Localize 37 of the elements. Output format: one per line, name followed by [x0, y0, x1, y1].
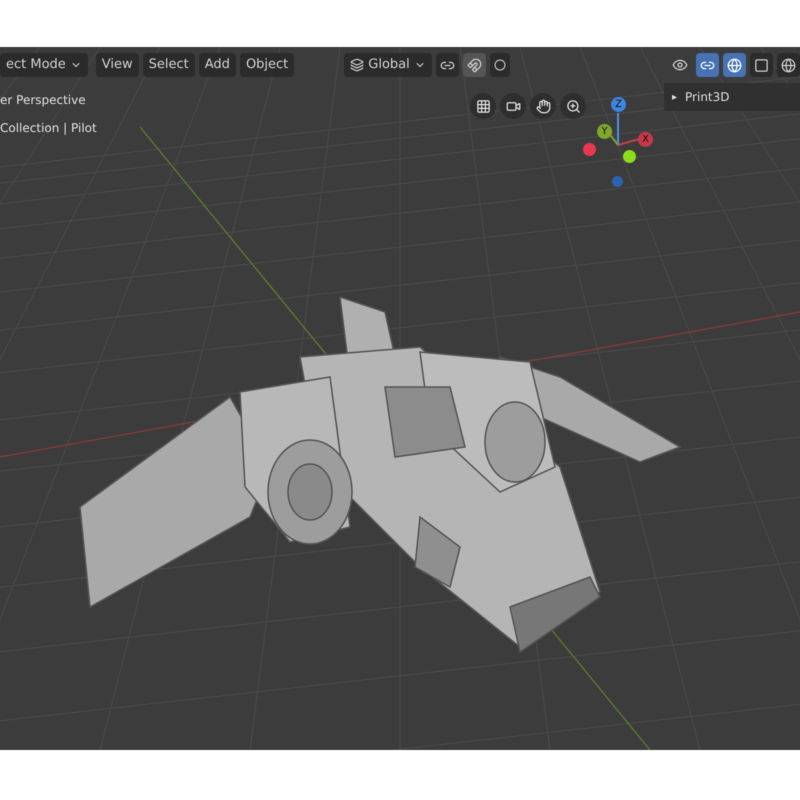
- viewport-info-text: Collection | Pilot: [0, 120, 97, 137]
- sidebar-panel-header[interactable]: ▸ Print3D: [664, 83, 800, 111]
- menu-button[interactable]: View: [96, 53, 139, 77]
- panel-title: Print3D: [685, 89, 730, 106]
- shading-button[interactable]: [777, 53, 800, 77]
- z-axis-handle[interactable]: Z: [611, 97, 626, 112]
- proportional-edit-button[interactable]: [490, 53, 510, 77]
- expand-arrow-label: ▸: [672, 90, 678, 104]
- zoom-icon: [566, 98, 580, 114]
- grid-icon: [476, 98, 490, 114]
- overlay-toggle-button[interactable]: [723, 53, 746, 77]
- camera-view-button[interactable]: [500, 93, 526, 119]
- pan-button[interactable]: [530, 93, 556, 119]
- viewport-info-text: er Perspective: [0, 92, 87, 109]
- negative-z-handle[interactable]: [612, 176, 623, 187]
- orientation-dropdown[interactable]: Global: [344, 53, 432, 77]
- dot-icon: [494, 59, 506, 71]
- perspective-toggle-button[interactable]: [470, 93, 496, 119]
- square-icon: [754, 58, 769, 72]
- magnet-icon: [466, 58, 482, 72]
- y-axis-handle[interactable]: Y: [597, 124, 612, 139]
- gizmo-toggle-button[interactable]: [696, 53, 719, 77]
- negative-x-handle[interactable]: [583, 143, 596, 156]
- sphere-icon: [727, 58, 742, 72]
- menu-button[interactable]: Object: [240, 53, 294, 77]
- wireframe-sphere-icon: [781, 58, 796, 72]
- zoom-button[interactable]: [560, 93, 586, 119]
- hand-icon: [536, 98, 550, 114]
- negative-y-handle[interactable]: [623, 150, 636, 163]
- pivot-button[interactable]: [436, 53, 459, 77]
- menu-button[interactable]: Add: [198, 53, 236, 77]
- x-axis-handle[interactable]: X: [638, 132, 653, 147]
- mode-menu[interactable]: ect Mode: [0, 53, 88, 77]
- eye-icon: [672, 57, 688, 73]
- snap-button[interactable]: [462, 53, 486, 77]
- xray-button[interactable]: [750, 53, 773, 77]
- menu-button[interactable]: Select: [142, 53, 195, 77]
